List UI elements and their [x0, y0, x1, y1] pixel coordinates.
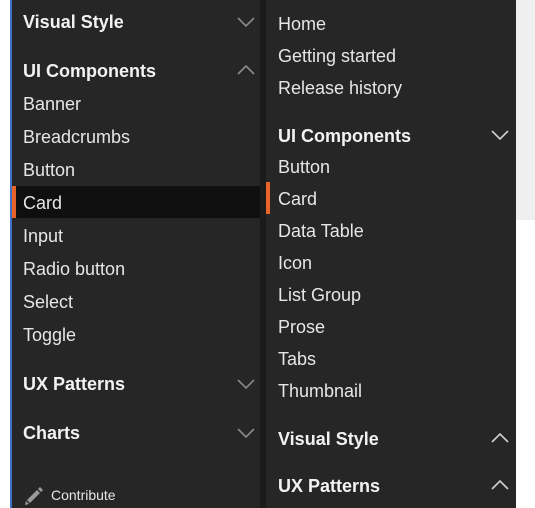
- chevron-down-icon[interactable]: [490, 129, 510, 141]
- right-section-ux-patterns[interactable]: UX Patterns: [278, 476, 380, 496]
- left-nav-item-toggle[interactable]: Toggle: [23, 325, 76, 345]
- left-nav-item-breadcrumbs[interactable]: Breadcrumbs: [23, 127, 130, 147]
- app-root: Visual Style UI Components Banner Breadc…: [0, 0, 535, 508]
- right-nav-item-button[interactable]: Button: [278, 157, 330, 177]
- chevron-down-icon[interactable]: [236, 427, 256, 439]
- right-nav-item-icon[interactable]: Icon: [278, 253, 312, 273]
- left-nav-item-input[interactable]: Input: [23, 226, 63, 246]
- left-section-visual-style[interactable]: Visual Style: [23, 12, 124, 32]
- chevron-up-icon[interactable]: [490, 432, 510, 444]
- left-nav-item-button[interactable]: Button: [23, 160, 75, 180]
- right-section-visual-style[interactable]: Visual Style: [278, 429, 379, 449]
- right-nav-item-tabs[interactable]: Tabs: [278, 349, 316, 369]
- right-nav-item-card[interactable]: Card: [278, 189, 317, 209]
- contribute-link[interactable]: Contribute: [51, 487, 116, 503]
- right-nav-link-home[interactable]: Home: [278, 14, 326, 34]
- right-nav-link-release-history[interactable]: Release history: [278, 78, 402, 98]
- left-nav-item-card: Card: [23, 193, 63, 213]
- left-nav-item-card-selected-row[interactable]: Card: [12, 186, 260, 218]
- left-nav-item-banner[interactable]: Banner: [23, 94, 81, 114]
- pencil-icon[interactable]: [23, 485, 45, 507]
- chevron-down-icon[interactable]: [236, 16, 256, 28]
- left-section-charts[interactable]: Charts: [23, 423, 80, 443]
- left-section-ux-patterns[interactable]: UX Patterns: [23, 374, 125, 394]
- page-background-strip: [516, 0, 535, 220]
- selected-indicator: [12, 186, 16, 218]
- right-nav-item-thumbnail[interactable]: Thumbnail: [278, 381, 362, 401]
- left-nav-item-radio-button[interactable]: Radio button: [23, 259, 125, 279]
- right-nav-item-data-table[interactable]: Data Table: [278, 221, 364, 241]
- selected-indicator: [266, 182, 270, 214]
- chevron-down-icon[interactable]: [236, 378, 256, 390]
- left-section-ui-components[interactable]: UI Components: [23, 61, 156, 81]
- right-nav-item-prose[interactable]: Prose: [278, 317, 325, 337]
- right-nav-link-getting-started[interactable]: Getting started: [278, 46, 396, 66]
- chevron-up-icon[interactable]: [236, 64, 256, 76]
- chevron-up-icon[interactable]: [490, 479, 510, 491]
- left-side-nav: Visual Style UI Components Banner Breadc…: [10, 0, 260, 508]
- right-section-ui-components[interactable]: UI Components: [278, 126, 411, 146]
- left-nav-item-select[interactable]: Select: [23, 292, 73, 312]
- right-nav-item-list-group[interactable]: List Group: [278, 285, 361, 305]
- right-side-nav: Home Getting started Release history UI …: [266, 0, 516, 508]
